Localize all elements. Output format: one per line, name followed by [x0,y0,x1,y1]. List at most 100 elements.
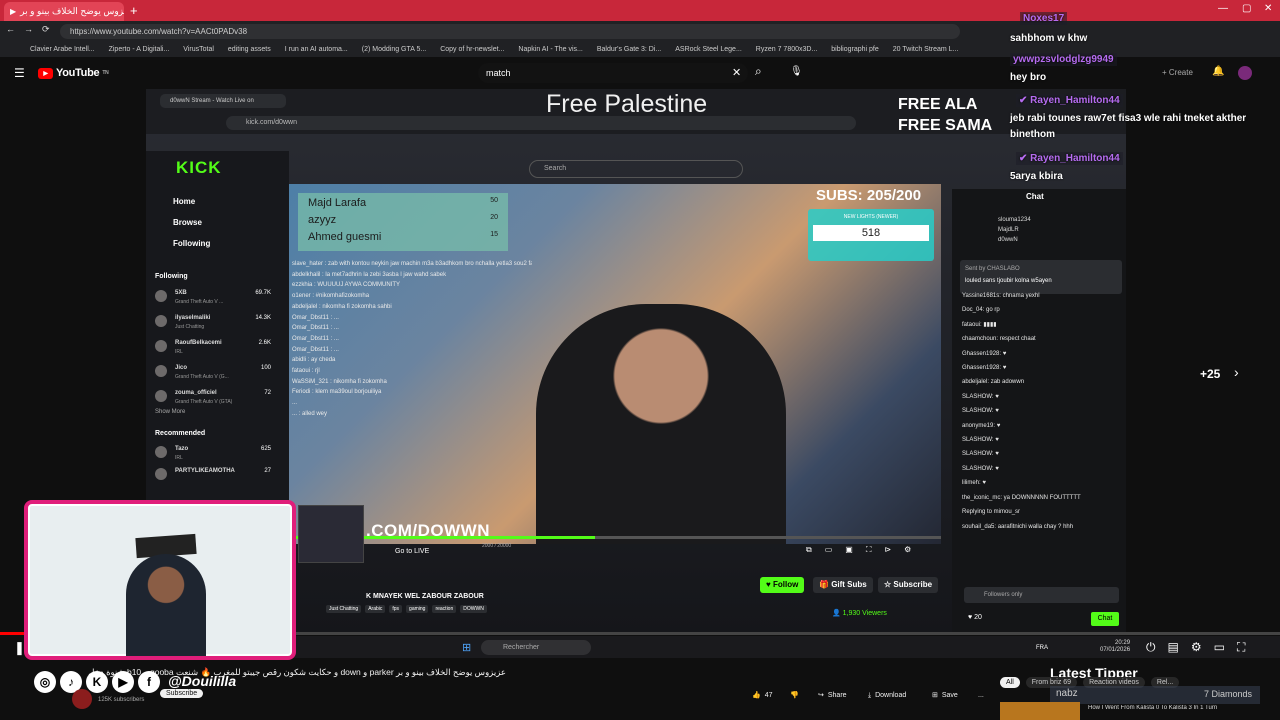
kick-chat-line: Ghassen1928: ♥ [962,350,1007,357]
forward-icon[interactable]: → [24,24,33,34]
bookmark-item[interactable]: bibliographi pfe [831,46,878,53]
youtube-logo[interactable]: ▶ YouTube TN [38,67,109,79]
settings-icon[interactable]: ⚙ [904,545,911,555]
maximize-icon[interactable]: ▢ [1242,3,1251,14]
play-icon[interactable]: ⊳ [884,545,891,555]
following-item[interactable]: zouma_officiel Grand Theft Auto V (GTA) 72 [155,390,271,410]
close-window-icon[interactable]: ✕ [1264,3,1272,14]
bookmark-item[interactable]: ASRock Steel Lege... [675,46,742,53]
reload-icon[interactable]: ⟳ [42,24,50,35]
menu-icon[interactable]: ☰ [14,66,25,80]
windows-search: Rechercher [481,640,591,655]
search-input[interactable]: match [478,63,748,83]
following-viewers: 14.3K [255,315,271,321]
following-item[interactable]: Jico Grand Theft Auto V (G... 100 [155,365,271,385]
player-right-controls: ⏻ ▤ ⚙ ▭ ⛶ [1146,640,1245,655]
subscribe-kick-label: Subscribe [893,580,933,589]
subtitles-icon[interactable]: ▤ [1168,640,1179,655]
bookmark-item[interactable]: Napkin AI - The vis... [518,46,582,53]
channel-tag[interactable]: Arabic [365,605,386,613]
dislike-button[interactable]: 👎 [790,688,799,704]
overlay-chat-line: ... [292,400,298,407]
overlay-chat-line: fataoui : rjl [292,368,320,375]
browser-tab[interactable]: ▶ عزيزوس يوضح الخلاف بينو و بر ✕ [4,2,124,21]
go-to-live-button[interactable]: Go to LIVE [395,548,429,555]
bookmark-item[interactable]: Copy of hr-newslet... [440,46,504,53]
following-item[interactable]: 5XB Grand Theft Auto V ... 69.7K [155,290,271,310]
kick-nav-following[interactable]: Following [173,239,210,248]
channel-tag[interactable]: fps [389,605,403,613]
filter-chip[interactable]: All [1000,677,1020,688]
streamer-avatar [155,365,167,377]
bookmark-item[interactable]: editing assets [228,46,271,53]
following-name: RaoufBelkacemi [175,340,222,346]
autoplay-toggle-icon[interactable]: ⏻ [1146,640,1156,655]
top-gifter: MajdLR [998,227,1019,233]
kick-nav-browse[interactable]: Browse [173,218,202,227]
kick-chat-send-button[interactable]: Chat [1091,612,1119,626]
save-button[interactable]: ⊞ Save [932,688,958,704]
subscribe-button[interactable]: Subscribe [160,689,204,698]
stream-controls: ⧉ ▭ ▣ ⛶ ⊳ ⚙ [806,545,911,555]
search-icon[interactable]: ⌕ [755,64,762,79]
youtube-icon: ▶ [112,671,134,693]
channel-title: K MNAYEK WEL ZABOUR ZABOUR [366,593,484,600]
like-button[interactable]: 👍 47 [752,688,773,704]
follow-button[interactable]: ♥ Follow [760,577,805,593]
leaderboard-score: 15 [490,231,498,238]
pip-icon[interactable]: ▣ [845,545,853,555]
chevron-right-icon[interactable]: › [1234,364,1239,380]
minimize-icon[interactable]: — [1218,3,1228,14]
bookmark-item[interactable]: (2) Modding GTA 5... [362,46,426,53]
bookmark-item[interactable]: Ryzen 7 7800x3D... [756,46,817,53]
bookmark-item[interactable]: 20 Twitch Stream L... [893,46,959,53]
following-viewers: 2.6K [258,340,271,346]
show-more-link[interactable]: Show More [155,409,185,415]
following-name: ilyaselmaliki [175,315,211,321]
settings-gear-icon[interactable]: ⚙ [1191,640,1202,655]
streamer-avatar [155,290,167,302]
theater-icon[interactable]: ▭ [825,545,833,555]
recommended-item[interactable]: Tazo IRL 625 [155,446,271,466]
channel-tag[interactable]: DOWWN [460,605,487,613]
fullscreen-toggle-icon[interactable]: ⛶ [1237,640,1245,655]
overlay-chat-line: Feriodi : klem ma39oul borjouiliya [292,389,382,396]
clock-time: 20:29 [1115,640,1131,646]
following-item[interactable]: ilyaselmaliki Just Chatting 14.3K [155,315,271,335]
subscribe-kick-button[interactable]: ☆ Subscribe [878,577,939,593]
recommended-item[interactable]: PARTYLIKEAMOTHA 27 [155,468,271,488]
bookmark-item[interactable]: I run an AI automa... [285,46,348,53]
chat-count-text: 20 [974,614,982,621]
microphone-icon[interactable]: 🎙 [790,66,803,77]
followers-only-field[interactable]: Followers only [964,587,1119,603]
browser-tab-bar: ▶ عزيزوس يوضح الخلاف بينو و بر ✕ + — ▢ ✕ [0,0,1280,21]
channel-tag[interactable]: reaction [432,605,457,613]
bookmark-item[interactable]: Ziperto - A Digitali... [109,46,170,53]
bookmark-item[interactable]: VirusTotal [183,46,214,53]
following-game: IRL [175,349,183,355]
bookmark-item[interactable]: Clavier Arabe Intell... [30,46,95,53]
theater-mode-icon[interactable]: ▭ [1214,640,1225,655]
tipper-name: nabz [1056,688,1078,699]
following-item[interactable]: RaoufBelkacemi IRL 2.6K [155,340,271,360]
gift-subs-button[interactable]: 🎁 Gift Subs [813,577,873,593]
back-icon[interactable]: ← [6,24,15,34]
channel-tag[interactable]: gaming [406,605,429,613]
channel-tag[interactable]: Just Chatting [326,605,362,613]
fullscreen-icon[interactable]: ⛶ [866,545,872,555]
recommended-video[interactable]: How I Went From Kalista 0 To Kalista 3 I… [1000,702,1260,720]
kick-nav-home[interactable]: Home [173,197,195,206]
bookmark-item[interactable]: Baldur's Gate 3: Di... [597,46,661,53]
clip-icon[interactable]: ⧉ [806,545,812,555]
new-tab-button[interactable]: + [130,3,138,18]
channel-avatar[interactable] [72,689,92,709]
more-actions-button[interactable]: ... [978,688,984,704]
stream-scrubber[interactable] [289,536,941,539]
url-field[interactable]: https://www.youtube.com/watch?v=AACt0PAD… [60,24,960,39]
more-count[interactable]: +25 [1200,367,1220,381]
share-button[interactable]: ↪ Share [818,688,847,704]
kick-chat-line: Yassine1681s: chnama yexhl [962,293,1040,299]
leaderboard-row: Majd Larafa 50 [308,197,498,209]
clear-search-icon[interactable]: ✕ [732,66,741,79]
download-button[interactable]: ⤓ Download [868,688,906,704]
